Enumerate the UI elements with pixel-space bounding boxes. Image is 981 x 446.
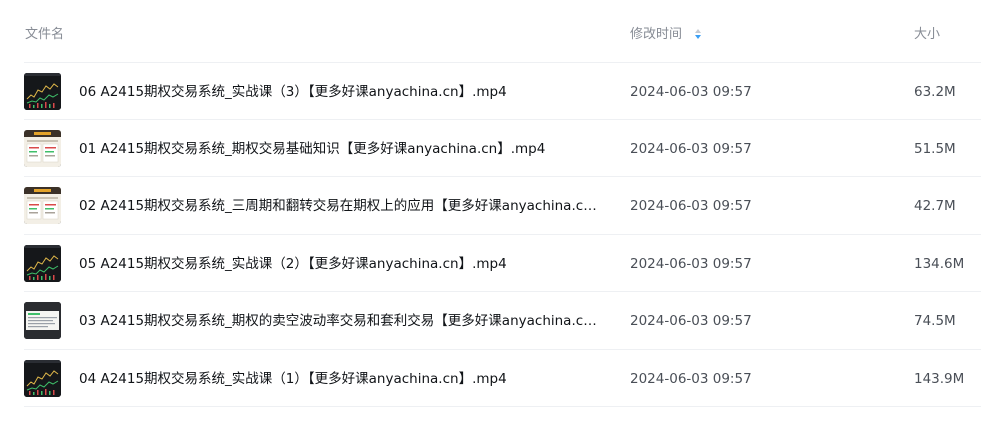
file-row[interactable]: 01 A2415期权交易系统_期权交易基础知识【更多好课anyachina.cn… — [24, 120, 981, 177]
file-name[interactable]: 06 A2415期权交易系统_实战课（3）【更多好课anyachina.cn】.… — [79, 83, 599, 101]
file-size: 51.5M — [914, 140, 956, 157]
slide-thumbnail[interactable] — [24, 187, 61, 224]
file-name[interactable]: 02 A2415期权交易系统_三周期和翻转交易在期权上的应用【更多好课anyac… — [79, 197, 599, 215]
file-size: 143.9M — [914, 370, 965, 387]
file-name[interactable]: 01 A2415期权交易系统_期权交易基础知识【更多好课anyachina.cn… — [79, 140, 599, 158]
column-header-name[interactable]: 文件名 — [25, 26, 64, 44]
column-header-modified-time[interactable]: 修改时间 — [630, 26, 702, 44]
file-row[interactable]: 04 A2415期权交易系统_实战课（1）【更多好课anyachina.cn】.… — [24, 350, 981, 407]
file-modified-time: 2024-06-03 09:57 — [630, 198, 752, 214]
file-modified-time: 2024-06-03 09:57 — [630, 313, 752, 329]
file-name[interactable]: 04 A2415期权交易系统_实战课（1）【更多好课anyachina.cn】.… — [79, 370, 599, 388]
file-size: 74.5M — [914, 313, 956, 329]
file-name[interactable]: 05 A2415期权交易系统_实战课（2）【更多好课anyachina.cn】.… — [79, 255, 599, 273]
sort-ascending-icon[interactable] — [694, 28, 702, 40]
file-name[interactable]: 03 A2415期权交易系统_期权的卖空波动率交易和套利交易【更多好课anyac… — [79, 312, 599, 330]
file-list: 文件名 修改时间 大小 06 A2415期权交易系统_实战课（3）【更多好课an… — [0, 0, 981, 446]
file-row[interactable]: 02 A2415期权交易系统_三周期和翻转交易在期权上的应用【更多好课anyac… — [24, 177, 981, 235]
file-rows: 06 A2415期权交易系统_实战课（3）【更多好课anyachina.cn】.… — [24, 62, 981, 407]
file-size: 42.7M — [914, 198, 956, 214]
file-row[interactable]: 05 A2415期权交易系统_实战课（2）【更多好课anyachina.cn】.… — [24, 235, 981, 292]
dark-chart-thumbnail[interactable] — [24, 359, 61, 397]
dark-chart-thumbnail[interactable] — [24, 73, 61, 110]
slide-thumbnail[interactable] — [24, 129, 61, 167]
file-modified-time: 2024-06-03 09:57 — [630, 84, 752, 100]
dark-chart-thumbnail[interactable] — [24, 244, 61, 282]
column-header-modified-time-label: 修改时间 — [630, 27, 683, 42]
document-thumbnail[interactable] — [24, 302, 61, 339]
file-size: 63.2M — [914, 84, 956, 100]
column-header-size[interactable]: 大小 — [914, 26, 940, 44]
file-modified-time: 2024-06-03 09:57 — [630, 140, 752, 157]
file-row[interactable]: 03 A2415期权交易系统_期权的卖空波动率交易和套利交易【更多好课anyac… — [24, 292, 981, 350]
table-header: 文件名 修改时间 大小 — [0, 0, 981, 62]
file-modified-time: 2024-06-03 09:57 — [630, 370, 752, 387]
file-size: 134.6M — [914, 255, 965, 272]
file-modified-time: 2024-06-03 09:57 — [630, 255, 752, 272]
file-row[interactable]: 06 A2415期权交易系统_实战课（3）【更多好课anyachina.cn】.… — [24, 62, 981, 120]
